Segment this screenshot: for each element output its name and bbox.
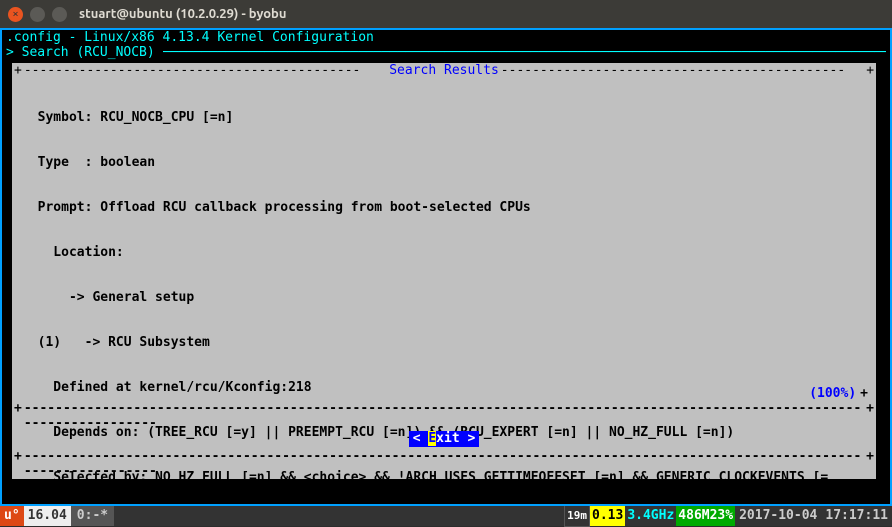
exit-button[interactable]: < Exit > [409, 431, 480, 447]
window-title: stuart@ubuntu (10.2.0.29) - byobu [79, 7, 286, 21]
border-corner: + [12, 401, 24, 431]
search-results-dialog: + --------------------------------------… [12, 63, 876, 479]
window-titlebar: × stuart@ubuntu (10.2.0.29) - byobu [0, 0, 892, 28]
minimize-icon[interactable] [30, 7, 45, 22]
scroll-percent: (100%) [809, 386, 856, 401]
border-dashes: ----------------------------------------… [24, 401, 864, 431]
maximize-icon[interactable] [52, 7, 67, 22]
dialog-top-border: + --------------------------------------… [12, 63, 876, 78]
border-corner: + [12, 63, 24, 78]
config-header: .config - Linux/x86 4.13.4 Kernel Config… [2, 30, 890, 45]
close-icon[interactable]: × [8, 7, 23, 22]
dialog-footer: (100%) + + -----------------------------… [12, 386, 876, 479]
rcu-subsystem-line[interactable]: (1) -> RCU Subsystem [22, 335, 866, 350]
border-corner: + [856, 386, 868, 401]
exit-hotkey: E [428, 431, 436, 446]
breadcrumb-text: > Search (RCU_NOCB) [6, 45, 163, 60]
breadcrumb-line: > Search (RCU_NOCB) ────────────────────… [2, 45, 890, 60]
prompt-line: Prompt: Offload RCU callback processing … [22, 200, 866, 215]
border-dashes: ----------------------------------------… [24, 449, 864, 479]
exit-pre: < [413, 431, 429, 446]
exit-button-row: < Exit > [12, 431, 876, 449]
window-controls: × [8, 7, 67, 22]
border-dashes: ----------------------------------------… [501, 63, 864, 78]
bottom-border: + --------------------------------------… [12, 449, 876, 479]
border-corner: + [864, 449, 876, 479]
percent-line: (100%) + [12, 386, 876, 401]
symbol-line: Symbol: RCU_NOCB_CPU [=n] [22, 110, 866, 125]
border-corner: + [864, 401, 876, 431]
border-dashes: ----------------------------------------… [24, 63, 387, 78]
general-setup-line: -> General setup [22, 290, 866, 305]
separator-line: + --------------------------------------… [12, 401, 876, 431]
dialog-title: Search Results [387, 63, 501, 78]
location-line: Location: [22, 245, 866, 260]
type-line: Type : boolean [22, 155, 866, 170]
exit-post: xit > [436, 431, 475, 446]
border-corner: + [12, 449, 24, 479]
border-dashes: ────────────────────────────────────────… [163, 45, 886, 60]
terminal-area: .config - Linux/x86 4.13.4 Kernel Config… [0, 28, 892, 506]
border-corner: + [864, 63, 876, 78]
terminal-inner: .config - Linux/x86 4.13.4 Kernel Config… [2, 30, 890, 504]
